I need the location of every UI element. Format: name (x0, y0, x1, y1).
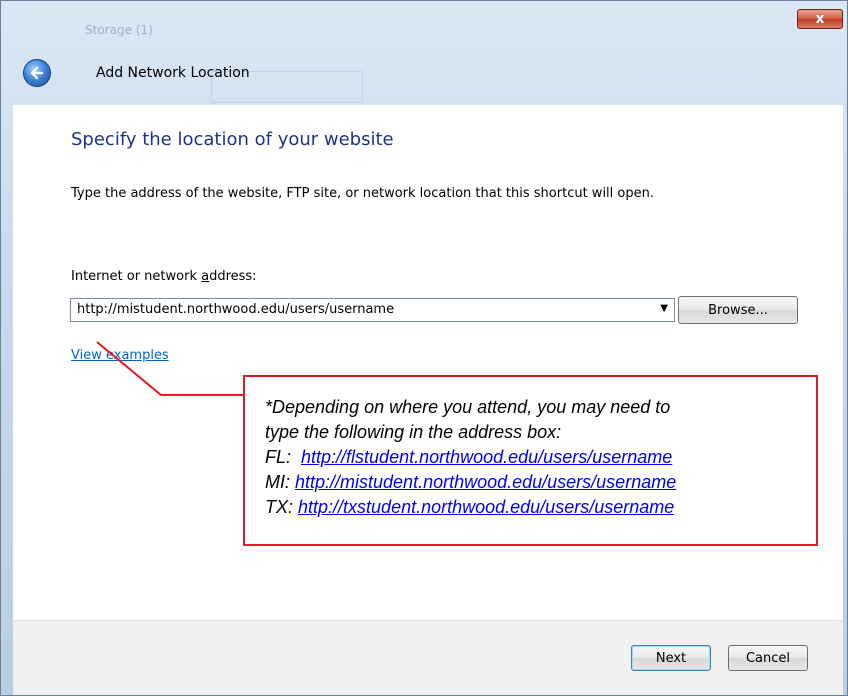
window-title: Add Network Location (96, 65, 250, 81)
callout-entry-prefix: MI: (265, 472, 295, 492)
wizard-footer: Next Cancel (13, 620, 843, 695)
next-button[interactable]: Next (631, 645, 711, 671)
callout-entry-prefix: TX: (265, 497, 299, 517)
callout-entry-tx: TX: http://txstudent.northwood.edu/users… (265, 495, 676, 520)
close-button[interactable]: x (797, 9, 843, 29)
callout-url-link[interactable]: http://mistudent.northwood.edu/users/use… (295, 472, 676, 492)
close-icon: x (815, 11, 825, 27)
cancel-button[interactable]: Cancel (728, 645, 808, 671)
callout-intro-line-2: type the following in the address box: (265, 422, 562, 442)
wizard-content: Specify the location of your website Typ… (13, 105, 843, 620)
callout-text: *Depending on where you attend, you may … (265, 395, 676, 520)
callout-entry-fl: FL: http://flstudent.northwood.edu/users… (265, 445, 676, 470)
callout-entry-mi: MI: http://mistudent.northwood.edu/users… (265, 470, 676, 495)
callout-entry-prefix: FL: (265, 447, 302, 467)
callout-box: *Depending on where you attend, you may … (243, 375, 818, 546)
callout-intro-line-1: *Depending on where you attend, you may … (265, 397, 671, 417)
callout-url-link[interactable]: http://txstudent.northwood.edu/users/use… (298, 497, 674, 517)
callout-url-link[interactable]: http://flstudent.northwood.edu/users/use… (301, 447, 672, 467)
back-arrow-icon (30, 66, 44, 80)
background-window-text: Storage (1) (85, 23, 153, 37)
back-button[interactable] (23, 59, 51, 87)
dialog-window: Storage (1) x Add Network Location Speci… (0, 0, 848, 696)
